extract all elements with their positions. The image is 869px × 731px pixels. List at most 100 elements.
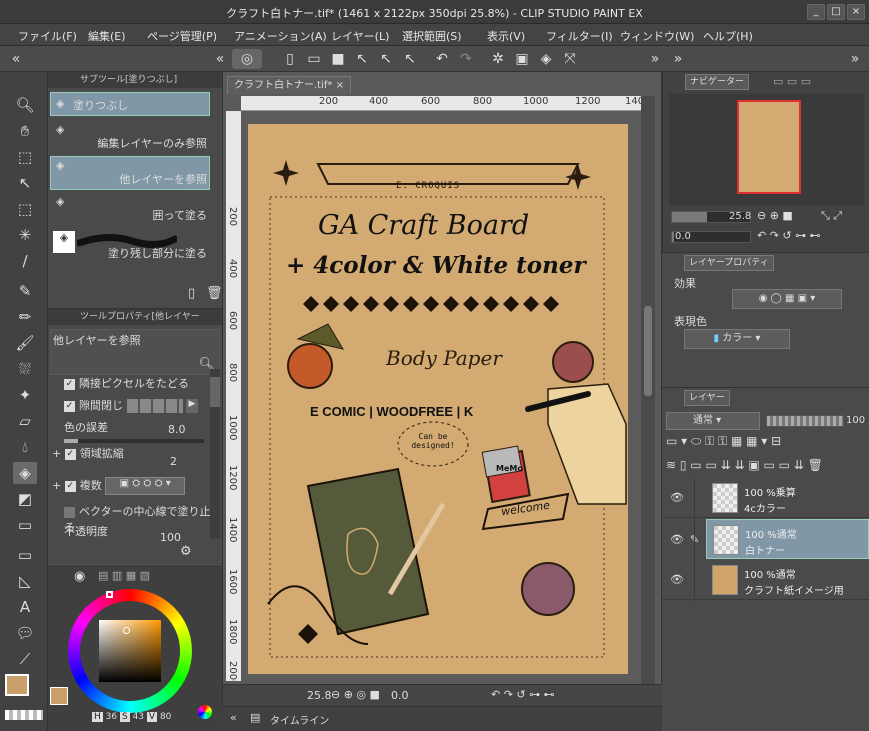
- document-tab[interactable]: クラフト白トナー.tif* ×: [227, 76, 351, 94]
- open-folder-icon[interactable]: ▭: [304, 49, 324, 69]
- blend-tool-icon[interactable]: 💧︎: [13, 436, 37, 458]
- layer-actions-icons[interactable]: ≋ ▯ ▭ ▭ ⇊ ⇊ ▣ ▭ ▭ ⇊ 🗑︎: [666, 458, 823, 472]
- layer-row-selected[interactable]: 100 %通常 白トナー: [706, 519, 869, 559]
- clip-studio-icon[interactable]: ◎: [232, 49, 262, 69]
- checkbox-checked-icon[interactable]: ✓: [64, 400, 75, 412]
- menu-help[interactable]: ヘルプ(H): [703, 28, 753, 44]
- redo-icon[interactable]: ↷: [456, 49, 476, 69]
- color-set-tab-icon[interactable]: ▤ ▥ ▦ ▧: [98, 569, 150, 582]
- rotate-buttons-icon[interactable]: ↶ ↷ ↺ ⊶ ⊷: [757, 229, 821, 242]
- menu-selection[interactable]: 選択範囲(S): [402, 28, 462, 44]
- new-file-icon[interactable]: ▯: [280, 49, 300, 69]
- timeline-tab[interactable]: タイムライン: [270, 712, 329, 727]
- tolerance-value[interactable]: 8.0: [168, 423, 186, 436]
- menu-view[interactable]: 表示(V): [487, 28, 525, 44]
- angle-value[interactable]: 0.0: [391, 689, 409, 702]
- sub-tool-item-other-layer[interactable]: ◈ 他レイヤーを参照: [50, 156, 210, 190]
- hand-tool-icon[interactable]: ✋︎: [13, 120, 37, 142]
- close-button[interactable]: ×: [847, 4, 865, 20]
- zoom-controls-icon[interactable]: ⊖ ⊕ ◎ ■: [331, 688, 380, 701]
- saturation-value-square[interactable]: [99, 620, 161, 682]
- balloon-icon[interactable]: 💬︎: [13, 622, 37, 644]
- color-mode-icon[interactable]: [198, 705, 212, 719]
- auto-select-icon[interactable]: ✳: [13, 224, 37, 246]
- menu-layer[interactable]: レイヤー(L): [331, 28, 389, 44]
- color-picker-cursor[interactable]: [123, 627, 130, 634]
- zoom-tool-icon[interactable]: 🔍︎: [13, 94, 37, 116]
- menu-page[interactable]: ページ管理(P): [147, 28, 217, 44]
- hue-value[interactable]: 36: [106, 712, 117, 722]
- sub-tool-item-edit-layer[interactable]: ◈ 編集レイヤーのみ参照: [50, 120, 210, 154]
- multi-reference-option[interactable]: + ✓ 複数 ▣ ⛭ ⛭ ⛭ ▾: [52, 477, 186, 495]
- trash-icon[interactable]: 🗑︎: [206, 286, 223, 301]
- collapse-timeline-icon[interactable]: «: [230, 711, 237, 724]
- collapse-icon[interactable]: «: [210, 49, 230, 69]
- navigator-zoom-value[interactable]: 25.8: [729, 211, 751, 222]
- transparent-swatch[interactable]: [5, 710, 43, 720]
- brightness-value[interactable]: 80: [160, 712, 171, 722]
- layer-opacity-slider[interactable]: [766, 415, 844, 427]
- checkbox-checked-icon[interactable]: ✓: [64, 378, 75, 390]
- select-cursor-2-icon[interactable]: ↖: [376, 49, 396, 69]
- minimize-button[interactable]: _: [807, 4, 825, 20]
- transform-icon[interactable]: ▣: [512, 49, 532, 69]
- tool-property-scrollbar[interactable]: [210, 369, 220, 539]
- navigator-tab[interactable]: ナビゲーター: [685, 74, 750, 90]
- saturation-value[interactable]: 43: [133, 712, 144, 722]
- collapse-right-icon[interactable]: »: [645, 49, 665, 69]
- eraser-icon[interactable]: ▱: [13, 410, 37, 432]
- panel-main-color[interactable]: [50, 687, 68, 705]
- area-scale-value[interactable]: 2: [170, 455, 177, 468]
- gradient-icon[interactable]: ◩: [13, 488, 37, 510]
- layer-opacity-value[interactable]: 100: [846, 415, 865, 426]
- sub-tool-item-unfilled[interactable]: ◈ 塗り残し部分に塗る: [50, 228, 210, 264]
- blend-mode-select[interactable]: 通常 ▾: [666, 412, 760, 430]
- fit-view-icon[interactable]: ⤡ ⤢: [821, 209, 842, 223]
- selection-tool-icon[interactable]: ⬚: [13, 198, 37, 220]
- menu-window[interactable]: ウィンドウ(W): [620, 28, 694, 44]
- select-cursor-icon[interactable]: ↖: [352, 49, 372, 69]
- hue-marker[interactable]: [106, 591, 113, 598]
- color-wheel-tab-icon[interactable]: ◉: [74, 569, 85, 584]
- checkbox-checked-icon[interactable]: ✓: [64, 448, 76, 460]
- checkbox-checked-icon[interactable]: ✓: [64, 480, 76, 492]
- visibility-eye-icon[interactable]: 👁︎: [670, 491, 684, 504]
- fill-tool-icon[interactable]: ◈: [13, 462, 37, 484]
- chevron-right-icon[interactable]: ▶: [186, 399, 198, 413]
- effect-buttons[interactable]: ◉ ◯ ▦ ▣ ▾: [732, 289, 842, 309]
- adjacent-pixel-option[interactable]: ✓ 隣接ピクセルをたどる: [64, 375, 189, 391]
- gap-size-selector[interactable]: [126, 399, 183, 413]
- checkbox-unchecked-icon[interactable]: [64, 506, 75, 518]
- brush-tool-icon[interactable]: 🖌︎: [13, 332, 37, 354]
- canvas-paper[interactable]: E. CROQUIS GA Craft Board + 4color & Whi…: [248, 124, 628, 674]
- zoom-value[interactable]: 25.8: [307, 689, 332, 702]
- frame-border-icon[interactable]: ▭: [13, 544, 37, 566]
- scale-icon[interactable]: ⤧: [560, 49, 580, 69]
- visibility-eye-icon[interactable]: 👁︎: [670, 533, 684, 546]
- expand-right-icon[interactable]: »: [668, 49, 688, 69]
- expand-far-right-icon[interactable]: »: [845, 49, 865, 69]
- layer-property-tab[interactable]: レイヤープロパティ: [684, 255, 774, 271]
- close-tab-icon[interactable]: ×: [336, 80, 344, 91]
- menu-animation[interactable]: アニメーション(A): [234, 28, 327, 44]
- ruler-tool-icon[interactable]: ◺: [13, 570, 37, 592]
- zoom-buttons-icon[interactable]: ⊖ ⊕ ■: [757, 209, 793, 222]
- select-cursor-3-icon[interactable]: ↖: [400, 49, 420, 69]
- save-icon[interactable]: ■: [328, 49, 348, 69]
- figure-tool-icon[interactable]: ▭: [13, 514, 37, 536]
- maximize-button[interactable]: □: [827, 4, 845, 20]
- spinner-icon[interactable]: ✲: [488, 49, 508, 69]
- new-subtool-icon[interactable]: ▯: [188, 286, 195, 301]
- reference-layer-selector[interactable]: ▣ ⛭ ⛭ ⛭ ▾: [105, 477, 186, 495]
- pen-tool-icon[interactable]: ✎: [13, 280, 37, 302]
- settings-wrench-icon[interactable]: ⚙: [180, 544, 192, 559]
- decoration-icon[interactable]: ✦: [13, 384, 37, 406]
- text-tool-icon[interactable]: A: [13, 596, 37, 618]
- navigator-extra-tabs-icon[interactable]: ▭ ▭ ▭: [773, 75, 811, 88]
- sub-tool-item-enclose[interactable]: ◈ 囲って塗る: [50, 192, 210, 226]
- move-layer-icon[interactable]: ⬚: [13, 146, 37, 168]
- menu-file[interactable]: ファイル(F): [18, 28, 77, 44]
- main-color-swatch[interactable]: [5, 674, 29, 696]
- area-scale-option[interactable]: + ✓ 領域拡縮: [52, 445, 124, 461]
- operation-tool-icon[interactable]: ↖: [13, 172, 37, 194]
